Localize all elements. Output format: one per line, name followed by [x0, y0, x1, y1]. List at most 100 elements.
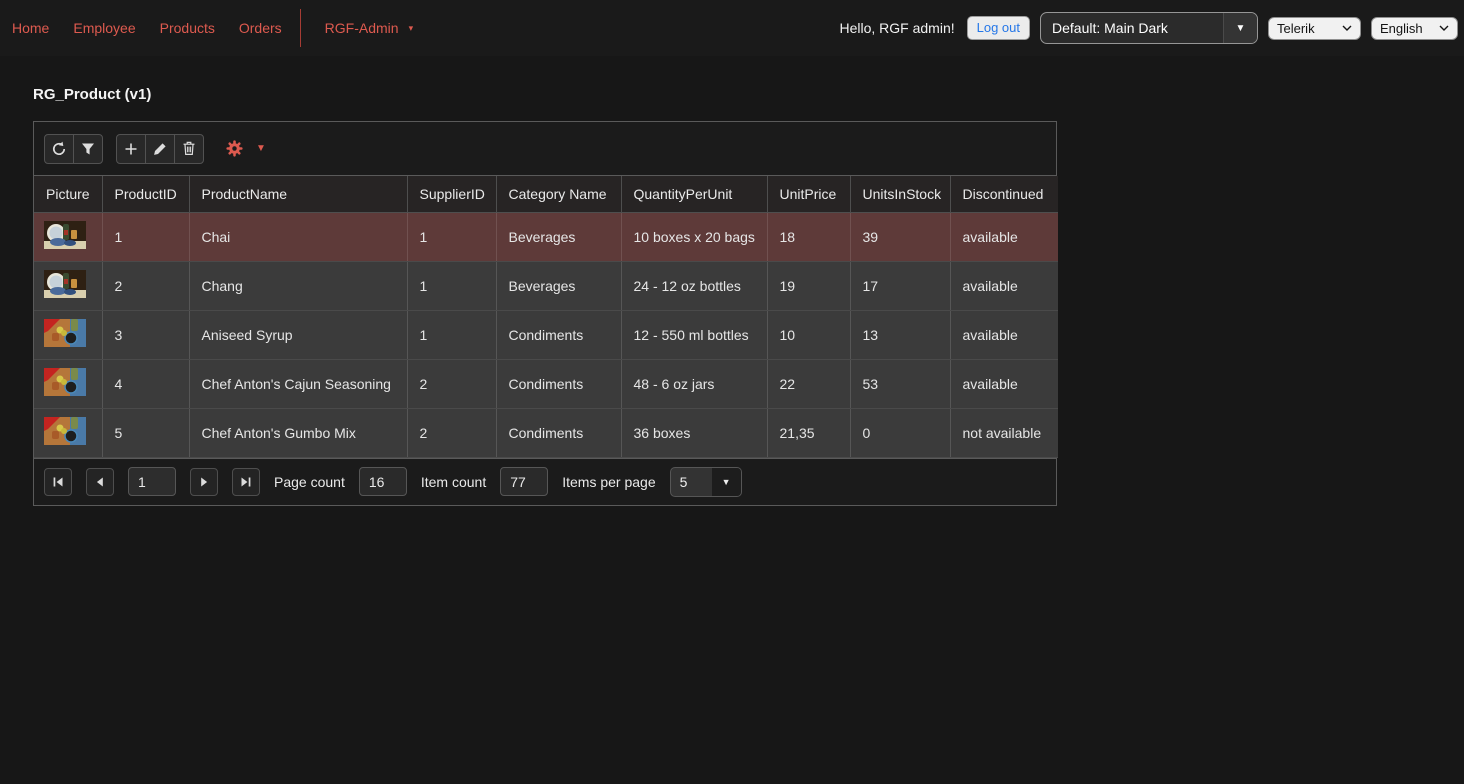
dropdown-arrow-icon[interactable]: ▼ [712, 468, 741, 496]
cell-units-in-stock[interactable]: 13 [850, 310, 950, 359]
table-row[interactable]: 5Chef Anton's Gumbo Mix2Condiments36 box… [34, 408, 1058, 457]
first-page-icon [52, 476, 64, 488]
dark-still-life-photo [44, 270, 86, 298]
cell-product-id[interactable]: 3 [102, 310, 189, 359]
items-per-page-dropdown[interactable]: 5 ▼ [670, 467, 742, 497]
cell-quantity-per-unit[interactable]: 36 boxes [621, 408, 767, 457]
column-header-product-id[interactable]: ProductID [102, 176, 189, 212]
previous-page-button[interactable] [86, 468, 114, 496]
page-content: RG_Product (v1) [0, 86, 1464, 506]
nav-item-employee[interactable]: Employee [61, 20, 147, 36]
column-header-units-in-stock[interactable]: UnitsInStock [850, 176, 950, 212]
first-page-button[interactable] [44, 468, 72, 496]
cell-unit-price[interactable]: 19 [767, 261, 850, 310]
cell-discontinued[interactable]: available [950, 212, 1058, 261]
cell-product-id[interactable]: 2 [102, 261, 189, 310]
pencil-icon [153, 142, 167, 156]
colorful-still-life-photo [44, 319, 86, 347]
edit-button[interactable] [145, 134, 175, 164]
cell-product-id[interactable]: 1 [102, 212, 189, 261]
page-count-value [359, 467, 407, 496]
grid-settings-menu[interactable]: ▼ [226, 140, 266, 157]
refresh-filter-button-group [44, 134, 103, 164]
cell-product-id[interactable]: 5 [102, 408, 189, 457]
cell-discontinued[interactable]: available [950, 310, 1058, 359]
dropdown-arrow-icon[interactable]: ▼ [1223, 13, 1257, 43]
cell-category-name[interactable]: Beverages [496, 212, 621, 261]
nav-item-products[interactable]: Products [148, 20, 227, 36]
table-row[interactable]: 2Chang1Beverages24 - 12 oz bottles1917av… [34, 261, 1058, 310]
cell-quantity-per-unit[interactable]: 10 boxes x 20 bags [621, 212, 767, 261]
cell-supplier-id[interactable]: 1 [407, 261, 496, 310]
filter-button[interactable] [73, 134, 103, 164]
cell-product-name[interactable]: Chef Anton's Cajun Seasoning [189, 359, 407, 408]
nav-item-home[interactable]: Home [12, 20, 61, 36]
page-count-label: Page count [274, 474, 345, 490]
cell-units-in-stock[interactable]: 0 [850, 408, 950, 457]
cell-picture[interactable] [34, 359, 102, 408]
cell-product-name[interactable]: Chai [189, 212, 407, 261]
framework-select[interactable]: Telerik [1268, 17, 1361, 40]
cell-unit-price[interactable]: 22 [767, 359, 850, 408]
column-header-quantity-per-unit[interactable]: QuantityPerUnit [621, 176, 767, 212]
last-page-button[interactable] [232, 468, 260, 496]
cell-picture[interactable] [34, 310, 102, 359]
delete-button[interactable] [174, 134, 204, 164]
language-select[interactable]: English [1371, 17, 1458, 40]
table-row[interactable]: 3Aniseed Syrup1Condiments12 - 550 ml bot… [34, 310, 1058, 359]
next-page-button[interactable] [190, 468, 218, 496]
cell-picture[interactable] [34, 212, 102, 261]
column-header-picture[interactable]: Picture [34, 176, 102, 212]
cell-product-name[interactable]: Chang [189, 261, 407, 310]
column-header-discontinued[interactable]: Discontinued [950, 176, 1058, 212]
column-header-unit-price[interactable]: UnitPrice [767, 176, 850, 212]
table-row[interactable]: 4Chef Anton's Cajun Seasoning2Condiments… [34, 359, 1058, 408]
add-button[interactable] [116, 134, 146, 164]
cell-discontinued[interactable]: available [950, 359, 1058, 408]
cell-picture[interactable] [34, 408, 102, 457]
cell-category-name[interactable]: Beverages [496, 261, 621, 310]
items-per-page-label: Items per page [562, 474, 655, 490]
cell-supplier-id[interactable]: 1 [407, 310, 496, 359]
table-row[interactable]: 1Chai1Beverages10 boxes x 20 bags1839ava… [34, 212, 1058, 261]
cell-category-name[interactable]: Condiments [496, 408, 621, 457]
cell-discontinued[interactable]: not available [950, 408, 1058, 457]
cell-quantity-per-unit[interactable]: 12 - 550 ml bottles [621, 310, 767, 359]
cell-picture[interactable] [34, 261, 102, 310]
cell-unit-price[interactable]: 10 [767, 310, 850, 359]
nav-admin-label: RGF-Admin [325, 20, 399, 36]
theme-dropdown[interactable]: Default: Main Dark ▼ [1040, 12, 1258, 44]
trash-icon [182, 141, 196, 156]
refresh-button[interactable] [44, 134, 74, 164]
cell-product-name[interactable]: Chef Anton's Gumbo Mix [189, 408, 407, 457]
main-nav: Home Employee Products Orders RGF-Admin … [12, 9, 425, 47]
refresh-icon [51, 141, 67, 157]
filter-icon [81, 142, 95, 156]
cell-product-name[interactable]: Aniseed Syrup [189, 310, 407, 359]
cell-category-name[interactable]: Condiments [496, 359, 621, 408]
cell-supplier-id[interactable]: 1 [407, 212, 496, 261]
cell-supplier-id[interactable]: 2 [407, 408, 496, 457]
cell-quantity-per-unit[interactable]: 48 - 6 oz jars [621, 359, 767, 408]
current-page-input[interactable] [128, 467, 176, 496]
cell-supplier-id[interactable]: 2 [407, 359, 496, 408]
cell-quantity-per-unit[interactable]: 24 - 12 oz bottles [621, 261, 767, 310]
logout-button[interactable]: Log out [967, 16, 1030, 40]
user-greeting: Hello, RGF admin! [839, 20, 954, 36]
cell-unit-price[interactable]: 18 [767, 212, 850, 261]
cell-category-name[interactable]: Condiments [496, 310, 621, 359]
theme-dropdown-value: Default: Main Dark [1041, 13, 1223, 43]
top-navigation-bar: Home Employee Products Orders RGF-Admin … [0, 0, 1464, 56]
column-header-category-name[interactable]: Category Name [496, 176, 621, 212]
cell-product-id[interactable]: 4 [102, 359, 189, 408]
table-header-row: Picture ProductID ProductName SupplierID… [34, 176, 1058, 212]
column-header-product-name[interactable]: ProductName [189, 176, 407, 212]
cell-units-in-stock[interactable]: 53 [850, 359, 950, 408]
nav-item-orders[interactable]: Orders [227, 20, 294, 36]
nav-item-rgf-admin[interactable]: RGF-Admin ▾ [313, 20, 425, 36]
cell-discontinued[interactable]: available [950, 261, 1058, 310]
cell-units-in-stock[interactable]: 39 [850, 212, 950, 261]
column-header-supplier-id[interactable]: SupplierID [407, 176, 496, 212]
cell-unit-price[interactable]: 21,35 [767, 408, 850, 457]
cell-units-in-stock[interactable]: 17 [850, 261, 950, 310]
